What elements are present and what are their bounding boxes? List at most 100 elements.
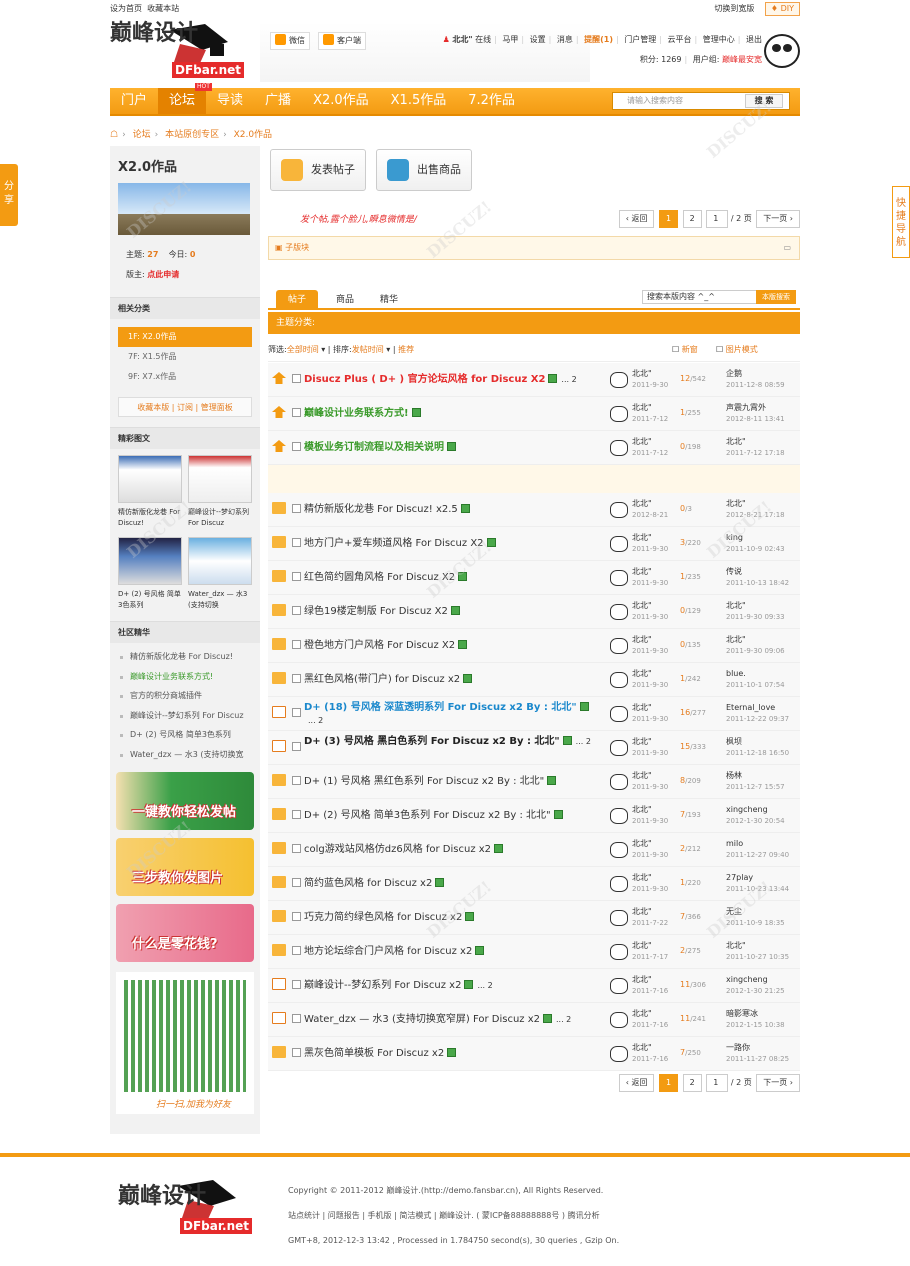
thread-author[interactable]: 北北" 2011-7-16 [632,974,668,997]
thread-author[interactable]: 北北" 2011-7-16 [632,1042,668,1065]
last-post[interactable]: 一路你 2011-11-27 08:25 [726,1042,789,1065]
tab-goods[interactable]: 商品 [324,290,366,310]
thread-title[interactable]: Water_dzx — 水3 (支持切换宽窄屏) For Discuz x2..… [304,1013,594,1026]
last-post[interactable]: 北北" 2012-8-21 17:18 [726,498,785,521]
page-2[interactable]: 2 [682,1074,702,1092]
table-row[interactable]: colg游戏站风格仿dz6风格 for Discuz x2 北北" 2011-9-3… [268,833,800,867]
last-post[interactable]: 27play 2011-10-23 13:44 [726,872,789,895]
forum-actions[interactable]: 收藏本版 | 订阅 | 管理面板 [118,397,252,417]
table-row[interactable]: 巅峰设计业务联系方式! 北北" 2011-7-12 1/255 声震九霄外 2012-8-… [268,397,800,431]
last-post[interactable]: 北北" 2011-9-30 09:06 [726,634,785,657]
nav-forum[interactable]: 论坛 [158,88,207,114]
list-item[interactable]: 巅峰设计--梦幻系列 For Discuz [110,706,260,726]
menu-cloud[interactable]: 云平台 [668,35,692,44]
table-row[interactable]: 红色简约圆角风格 For Discuz X2 北北" 2011-9-30 1/235 传… [268,561,800,595]
share-tab[interactable]: 分享 [0,164,18,226]
menu-portal-admin[interactable]: 门户管理 [624,35,656,44]
page-jump-input[interactable]: 1 [706,210,729,228]
thread-title[interactable]: 黑灰色简单模板 For Discuz x2 [304,1047,594,1060]
group-name[interactable]: 巅峰最安宽 [722,55,762,64]
page-2[interactable]: 2 [682,210,702,228]
last-post[interactable]: 北北" 2011-9-30 09:33 [726,600,785,623]
table-row[interactable]: D+ (3) 号风格 黑白色系列 For Discuz x2 By : 北北".… [268,731,800,765]
home-icon[interactable]: ☖ [110,130,118,140]
thread-checkbox[interactable] [292,504,301,513]
table-row[interactable]: 巅峰设计--梦幻系列 For Discuz x2... 2 北北" 2011-7-1… [268,969,800,1003]
menu-admin-center[interactable]: 管理中心 [703,35,735,44]
last-post[interactable]: 北北" 2011-7-12 17:18 [726,436,785,459]
nav-72[interactable]: 7.2作品 [457,88,526,114]
thread-checkbox[interactable] [292,708,301,717]
author-avatar[interactable] [610,876,628,892]
next-page-button[interactable]: 下一页 › [756,1074,800,1092]
last-post[interactable]: xingcheng 2012-1-30 20:54 [726,804,785,827]
banner-post-guide[interactable]: 一键教你轻松发帖 [116,772,254,830]
author-avatar[interactable] [610,1046,628,1062]
author-avatar[interactable] [610,706,628,722]
author-avatar[interactable] [610,536,628,552]
author-avatar[interactable] [610,604,628,620]
thread-title[interactable]: 橙色地方门户风格 For Discuz X2 [304,639,594,652]
footer-logo[interactable]: 巅峰设计 DFbar.net [118,1178,258,1238]
filter-time[interactable]: 全部时间 [287,345,319,354]
thread-checkbox[interactable] [292,810,301,819]
author-avatar[interactable] [610,910,628,926]
user-avatar[interactable] [764,34,800,68]
thread-checkbox[interactable] [292,538,301,547]
last-post[interactable]: 企鹅 2011-12-8 08:59 [726,368,785,391]
thread-title[interactable]: D+ (18) 号风格 深蓝透明系列 For Discuz x2 By : 北北… [304,701,594,727]
author-avatar[interactable] [610,842,628,858]
page-links[interactable]: ... 2 [477,981,492,990]
list-item[interactable]: 精仿新版化龙巷 For Discuz! [110,647,260,667]
thread-checkbox[interactable] [292,374,301,383]
author-avatar[interactable] [610,944,628,960]
thread-checkbox[interactable] [292,742,301,751]
list-item[interactable]: D+ (2) 号风格 简单3色系列 [110,725,260,745]
thread-title[interactable]: 地方门户+爱车频道风格 For Discuz X2 [304,537,594,550]
thread-author[interactable]: 北北" 2011-9-30 [632,838,668,861]
author-avatar[interactable] [610,406,628,422]
nav-x20[interactable]: X2.0作品 [302,88,380,114]
table-row[interactable]: 黑红色风格(带门户) for Discuz x2 北北" 2011-9-30 1/24… [268,663,800,697]
table-row[interactable]: 精仿新版化龙巷 For Discuz! x2.5 北北" 2012-8-21 0/3 北… [268,493,800,527]
thread-title[interactable]: 巧克力简约绿色风格 for Discuz x2 [304,911,594,924]
crumb-forum[interactable]: 论坛 [133,130,151,140]
last-post[interactable]: 传说 2011-10-13 18:42 [726,566,789,589]
nav-x15[interactable]: X1.5作品 [380,88,458,114]
tab-posts[interactable]: 帖子 [276,290,319,310]
footer-links[interactable]: 站点统计 | 问题报告 | 手机版 | 简洁模式 | 巅峰设计. ( 蒙ICP备… [288,1203,619,1228]
weixin-button[interactable]: 微信 [270,32,310,50]
thread-author[interactable]: 北北" 2011-9-30 [632,872,668,895]
menu-settings[interactable]: 设置 [530,35,546,44]
thread-checkbox[interactable] [292,946,301,955]
table-row[interactable]: D+ (1) 号风格 黑红色系列 For Discuz x2 By : 北北" 北… [268,765,800,799]
last-post[interactable]: 枫坝 2011-12-18 16:50 [726,736,789,759]
menu-logout[interactable]: 退出 [746,35,762,44]
last-post[interactable]: blue. 2011-10-1 07:54 [726,668,785,691]
banner-image-guide[interactable]: 三步教你发图片 [116,838,254,896]
author-avatar[interactable] [610,978,628,994]
author-avatar[interactable] [610,774,628,790]
photo-item[interactable]: 精仿新版化龙巷 For Discuz! [118,455,182,529]
new-post-button[interactable]: 发表帖子 [270,149,366,191]
last-post[interactable]: xingcheng 2012-1-30 21:25 [726,974,785,997]
thread-author[interactable]: 北北" 2011-9-30 [632,566,668,589]
site-logo[interactable]: 巅峰设计 DFbar.net [110,22,250,82]
thread-title[interactable]: 红色简约圆角风格 For Discuz X2 [304,571,594,584]
thread-checkbox[interactable] [292,442,301,451]
thread-title[interactable]: 模板业务订制流程以及相关说明 [304,441,594,454]
thread-checkbox[interactable] [292,1048,301,1057]
menu-notify[interactable]: 提醒(1) [584,35,613,44]
table-row[interactable]: 黑灰色简单模板 For Discuz x2 北北" 2011-7-16 7/250 一路… [268,1037,800,1071]
collapse-icon[interactable]: ▭ [783,237,791,259]
author-avatar[interactable] [610,502,628,518]
page-links[interactable]: ... 2 [576,737,591,746]
thread-author[interactable]: 北北" 2011-9-30 [632,736,668,759]
photo-item[interactable]: D+ (2) 号风格 简单3色系列 [118,537,182,611]
last-post[interactable]: king 2011-10-9 02:43 [726,532,785,555]
forum-search-input[interactable]: 搜索本版内容 ^_^ [642,290,758,304]
table-row[interactable]: 巧克力简约绿色风格 for Discuz x2 北北" 2011-7-22 7/366… [268,901,800,935]
photo-item[interactable]: Water_dzx — 水3 (支持切换 [188,537,252,611]
thread-checkbox[interactable] [292,640,301,649]
subforum-bar[interactable]: ▣ 子版块 ▭ [268,236,800,260]
